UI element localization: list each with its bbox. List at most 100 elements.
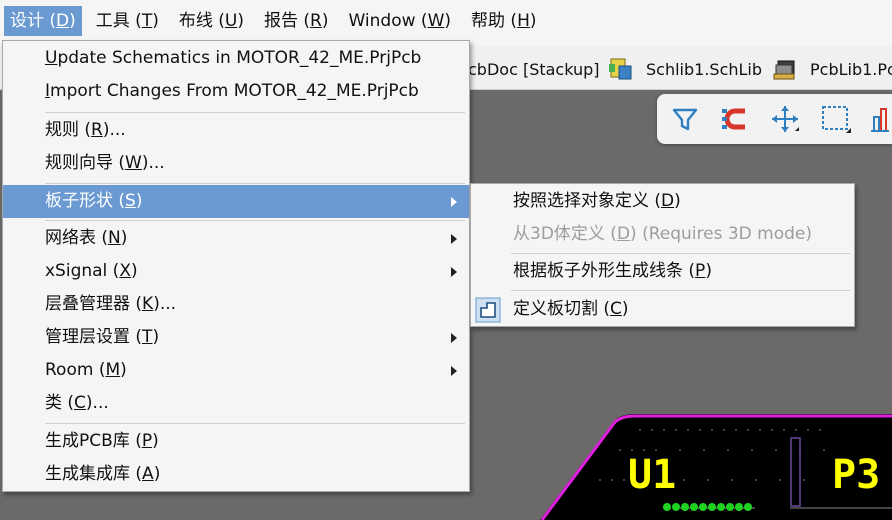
menu-item-text: 网络表 (: [45, 228, 109, 248]
menu-separator: [511, 290, 850, 291]
menu-separator: [45, 220, 465, 221]
menu-item-text: 层叠管理器 (: [45, 294, 143, 314]
menu-label-tail: ): [69, 11, 76, 31]
menu-help[interactable]: 帮助 (H): [465, 6, 542, 36]
menu-item-text: ): [152, 327, 160, 347]
menu-item-text: )...: [102, 120, 126, 140]
pcb-active-toolbar: [657, 94, 892, 144]
menu-item-text: ): [674, 191, 681, 211]
menu-accel: W: [427, 11, 445, 31]
menu-item-room[interactable]: Room (M): [3, 354, 469, 387]
menu-route[interactable]: 布线 (U): [173, 6, 250, 36]
menu-item-text: 根据板子外形生成线条 (: [513, 261, 696, 281]
menu-item-layer-stack-manager[interactable]: 层叠管理器 (K)...: [3, 288, 469, 321]
menu-item-rules-wizard[interactable]: 规则向导 (W)...: [3, 147, 469, 180]
designator-p3[interactable]: P3: [832, 452, 880, 498]
filter-icon[interactable]: [669, 103, 701, 135]
menu-item-text: xSignal (: [45, 261, 120, 281]
menu-item-text: 规则 (: [45, 120, 92, 140]
align-chart-icon[interactable]: [869, 103, 892, 135]
submenu-item-define-from-selected[interactable]: 按照选择对象定义 (D): [471, 185, 854, 218]
menu-item-accel: D: [616, 224, 631, 244]
tab-pcbdoc-stackup[interactable]: cbDoc [Stackup]: [468, 46, 600, 90]
menu-item-text: ): [705, 261, 712, 281]
submenu-item-define-board-cutout[interactable]: 定义板切割 (C): [471, 293, 854, 326]
menu-window[interactable]: Window (W): [343, 6, 458, 36]
menu-item-text: ): [120, 228, 128, 248]
board-cutout-icon: [475, 297, 501, 323]
menu-label-tail: ): [444, 11, 452, 31]
menu-item-accel: D: [661, 191, 675, 211]
menu-item-text: )...: [153, 294, 177, 314]
tab-schlib1[interactable]: Schlib1.SchLib: [646, 46, 762, 90]
menu-item-accel: N: [108, 228, 121, 248]
menu-item-update-schematics[interactable]: Update Schematics in MOTOR_42_ME.PrjPcb: [3, 42, 469, 75]
menu-item-board-shape[interactable]: 板子形状 (S): [3, 185, 469, 218]
menu-item-text: 规则向导 (: [45, 153, 126, 173]
menu-separator: [45, 183, 465, 184]
menu-item-xsignal[interactable]: xSignal (X): [3, 255, 469, 288]
menu-item-rules[interactable]: 规则 (R)...: [3, 114, 469, 147]
menu-item-accel: U: [45, 48, 58, 68]
submenu-item-create-primitives-from-board-shape[interactable]: 根据板子外形生成线条 (P): [471, 255, 854, 288]
menu-item-text: 生成集成库 (: [45, 464, 143, 484]
menu-item-text: 定义板切割 (: [513, 299, 611, 319]
menu-tools[interactable]: 工具 (T): [90, 6, 165, 36]
menu-accel: H: [517, 11, 530, 31]
menu-item-text: 按照选择对象定义 (: [513, 191, 662, 211]
menu-item-text: pdate Schematics in MOTOR_42_ME.PrjPcb: [57, 48, 422, 68]
menu-accel: R: [310, 11, 322, 31]
menu-item-manage-layer-sets[interactable]: 管理层设置 (T): [3, 321, 469, 354]
menu-item-text: 管理层设置 (: [45, 327, 143, 347]
menu-item-accel: R: [91, 120, 103, 140]
menu-accel: U: [224, 11, 238, 31]
menu-item-make-integrated-library[interactable]: 生成集成库 (A): [3, 458, 469, 491]
menu-item-text: )...: [141, 153, 165, 173]
menu-label: 布线 (: [178, 11, 225, 31]
menu-label-tail: ): [321, 11, 329, 31]
select-area-icon[interactable]: [819, 103, 851, 135]
menu-item-text: ): [135, 191, 143, 211]
interactive-routing-magnet-icon[interactable]: [719, 103, 751, 135]
submenu-arrow-icon: [451, 267, 457, 277]
menu-item-make-pcb-library[interactable]: 生成PCB库 (P): [3, 425, 469, 458]
menu-item-text: 生成PCB库 (: [45, 431, 142, 451]
menu-item-accel: S: [125, 191, 136, 211]
menu-reports[interactable]: 报告 (R): [258, 6, 335, 36]
menu-label: 帮助 (: [471, 11, 518, 31]
menu-label-tail: ): [152, 11, 159, 31]
menu-item-text: Room (: [45, 360, 106, 380]
tab-label: PcbLib1.Pcb: [810, 60, 892, 79]
design-dropdown-menu: Update Schematics in MOTOR_42_ME.PrjPcb …: [2, 40, 470, 492]
tab-label: cbDoc [Stackup]: [468, 60, 600, 79]
menu-label: 设计 (: [10, 11, 57, 31]
menu-item-text: 板子形状 (: [45, 191, 126, 211]
submenu-item-define-from-3d-body: 从3D体定义 (D) (Requires 3D mode): [471, 218, 854, 251]
submenu-arrow-icon: [451, 234, 457, 244]
menu-item-netlist[interactable]: 网络表 (N): [3, 222, 469, 255]
menu-item-text: ): [621, 299, 629, 319]
menu-label-tail: ): [237, 11, 244, 31]
menu-item-accel: P: [695, 261, 706, 281]
menu-item-classes[interactable]: 类 (C)...: [3, 387, 469, 420]
menu-item-text: mport Changes From MOTOR_42_ME.PrjPcb: [50, 81, 419, 101]
menu-item-text: )...: [85, 393, 109, 413]
menu-item-accel: X: [119, 261, 131, 281]
board-shape-submenu: 按照选择对象定义 (D) 从3D体定义 (D) (Requires 3D mod…: [470, 183, 855, 327]
move-icon[interactable]: [769, 103, 801, 135]
menu-item-accel: C: [74, 393, 86, 413]
submenu-arrow-icon: [451, 197, 457, 207]
designator-u1[interactable]: U1: [628, 452, 676, 498]
menu-item-accel: T: [142, 327, 153, 347]
menu-item-accel: M: [105, 360, 121, 380]
schlib-document-icon: [609, 58, 632, 80]
menu-design[interactable]: 设计 (D): [4, 6, 82, 36]
menu-item-text: ): [153, 464, 161, 484]
menu-item-import-changes[interactable]: Import Changes From MOTOR_42_ME.PrjPcb: [3, 75, 469, 108]
pcb-board-canvas: U1 P3: [540, 414, 892, 520]
menu-accel: D: [56, 11, 70, 31]
menu-item-text: ): [120, 360, 127, 380]
menu-separator: [511, 253, 850, 254]
tab-pcblib1[interactable]: PcbLib1.Pcb: [810, 46, 892, 90]
submenu-arrow-icon: [451, 366, 457, 376]
